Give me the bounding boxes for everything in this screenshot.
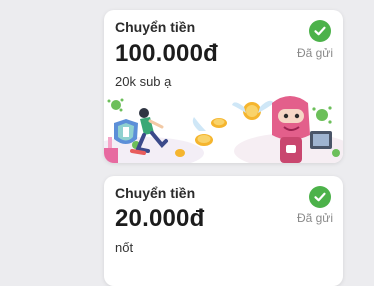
transfer-title: Chuyển tiền — [115, 19, 196, 35]
transfer-amount: 100.000đ — [115, 40, 219, 67]
money-transfer-illustration — [104, 96, 343, 163]
transfer-message-card[interactable]: Chuyển tiền 20.000đ Đã gửi nốt — [104, 176, 343, 286]
check-circle-icon — [309, 186, 331, 208]
transfer-message: 20k sub ạ — [115, 74, 172, 89]
transfer-message-card[interactable]: Chuyển tiền 100.000đ Đã gửi 20k sub ạ — [104, 10, 343, 163]
transfer-title: Chuyển tiền — [115, 185, 196, 201]
check-circle-icon — [309, 20, 331, 42]
transfer-amount: 20.000đ — [115, 205, 205, 232]
transfer-status: Đã gửi — [296, 211, 333, 225]
transfer-status: Đã gửi — [296, 46, 333, 60]
transfer-message: nốt — [115, 240, 134, 255]
